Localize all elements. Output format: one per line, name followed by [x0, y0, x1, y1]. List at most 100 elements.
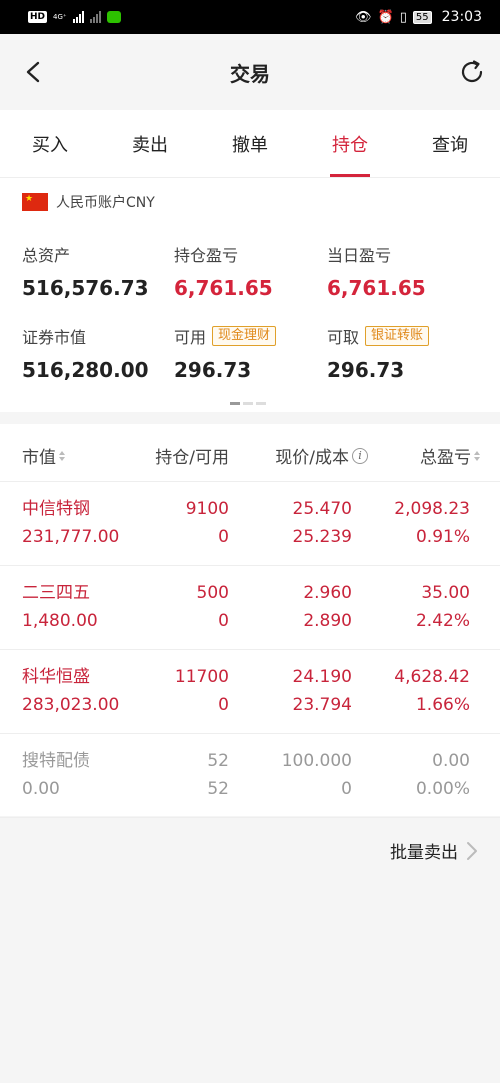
daily-pl-label: 当日盈亏	[327, 246, 392, 265]
page-title: 交易	[230, 61, 270, 86]
position-pl-value: 6,761.65	[174, 276, 273, 300]
trade-tabs: 买入 卖出 撤单 持仓 查询	[0, 110, 500, 178]
market-value-value: 516,280.00	[22, 358, 149, 382]
available-value: 296.73	[174, 358, 252, 382]
tab-cancel-order[interactable]: 撤单	[200, 110, 300, 177]
metric-withdrawable: 可取 银证转账 296.73	[327, 324, 430, 382]
stock-pl-pct: 0.00%	[415, 779, 470, 799]
stock-name: 科华恒盛	[22, 667, 90, 687]
alarm-icon: ⏰	[377, 9, 394, 25]
signal-icon-2	[89, 11, 101, 23]
stock-price: 24.190	[292, 667, 352, 687]
metric-total-assets: 总资产 516,576.73	[22, 242, 149, 300]
stock-name: 二三四五	[22, 583, 90, 603]
stock-pl: 35.00	[421, 583, 470, 603]
stock-price: 100.000	[281, 751, 352, 771]
stock-available: 0	[218, 695, 229, 715]
metric-daily-pl: 当日盈亏 6,761.65	[327, 242, 426, 300]
header-price: 现价/成本 i	[275, 443, 368, 468]
metric-position-pl: 持仓盈亏 6,761.65	[174, 242, 273, 300]
stock-price: 25.470	[292, 499, 352, 519]
vibrate-icon: ▯	[399, 9, 407, 25]
stock-market-value: 0.00	[22, 779, 60, 799]
status-bar: HD 4G⁺ 👁 ⏰ ▯ 55 23:03	[0, 0, 500, 34]
clock: 23:03	[441, 9, 482, 25]
eye-icon: 👁	[355, 9, 372, 25]
stock-quantity: 9100	[185, 499, 229, 519]
withdrawable-label: 可取	[327, 328, 360, 347]
withdrawable-value: 296.73	[327, 358, 405, 382]
bank-transfer-button[interactable]: 银证转账	[365, 326, 430, 346]
holdings-table: 市值 持仓/可用 现价/成本 i 总盈亏 中信特钢 231,777.00 910…	[0, 424, 500, 818]
signal-icon	[72, 11, 84, 23]
table-row[interactable]: 搜特配债 0.00 52 52 100.000 0 0.00 0.00%	[0, 734, 500, 818]
total-assets-label: 总资产	[22, 246, 71, 265]
tab-buy[interactable]: 买入	[0, 110, 100, 177]
status-bar-left: HD 4G⁺	[28, 11, 121, 23]
stock-name: 搜特配债	[22, 751, 90, 771]
tab-query[interactable]: 查询	[400, 110, 500, 177]
back-arrow-icon[interactable]	[22, 60, 46, 84]
batch-sell-label: 批量卖出	[390, 843, 458, 863]
header-market-value[interactable]: 市值	[22, 443, 65, 468]
sort-icon	[474, 450, 480, 461]
stock-market-value: 231,777.00	[22, 527, 120, 547]
stock-market-value: 1,480.00	[22, 611, 98, 631]
status-bar-right: 👁 ⏰ ▯ 55 23:03	[355, 9, 482, 25]
stock-name: 中信特钢	[22, 499, 90, 519]
stock-quantity: 500	[196, 583, 229, 603]
stock-quantity: 52	[207, 751, 229, 771]
stock-available: 52	[207, 779, 229, 799]
stock-cost: 23.794	[292, 695, 352, 715]
stock-available: 0	[218, 611, 229, 631]
header-total-pl-label: 总盈亏	[420, 448, 471, 468]
header-total-pl[interactable]: 总盈亏	[420, 443, 480, 468]
info-icon[interactable]: i	[352, 447, 368, 464]
header-position-label: 持仓/可用	[155, 448, 229, 468]
metric-available: 可用 现金理财 296.73	[174, 324, 277, 382]
withdrawable-label-row: 可取 银证转账	[327, 324, 430, 348]
stock-cost: 2.890	[303, 611, 352, 631]
stock-cost: 25.239	[292, 527, 352, 547]
header-position: 持仓/可用	[155, 443, 229, 468]
available-label: 可用	[174, 328, 207, 347]
nav-bar: 交易	[0, 34, 500, 110]
page-indicator	[230, 402, 266, 405]
stock-cost: 0	[341, 779, 352, 799]
header-market-value-label: 市值	[22, 448, 56, 468]
cash-management-button[interactable]: 现金理财	[212, 326, 277, 346]
account-header: ★ 人民币账户CNY	[22, 192, 155, 212]
stock-pl: 4,628.42	[394, 667, 470, 687]
daily-pl-value: 6,761.65	[327, 276, 426, 300]
market-value-label: 证券市值	[22, 328, 87, 347]
stock-available: 0	[218, 527, 229, 547]
network-type: 4G⁺	[53, 12, 67, 21]
hd-badge: HD	[28, 11, 48, 23]
account-summary: ★ 人民币账户CNY 总资产 516,576.73 持仓盈亏 6,761.65 …	[0, 178, 500, 412]
tab-positions[interactable]: 持仓	[300, 110, 400, 177]
chevron-right-icon	[467, 841, 477, 860]
table-row[interactable]: 二三四五 1,480.00 500 0 2.960 2.890 35.00 2.…	[0, 566, 500, 650]
batch-sell-button[interactable]: 批量卖出	[390, 838, 478, 863]
header-price-label: 现价/成本	[275, 448, 349, 468]
metric-market-value: 证券市值 516,280.00	[22, 324, 149, 382]
wechat-icon	[106, 11, 121, 23]
china-flag-icon: ★	[22, 193, 48, 211]
table-row[interactable]: 科华恒盛 283,023.00 11700 0 24.190 23.794 4,…	[0, 650, 500, 734]
table-header: 市值 持仓/可用 现价/成本 i 总盈亏	[0, 424, 500, 482]
stock-price: 2.960	[303, 583, 352, 603]
table-row[interactable]: 中信特钢 231,777.00 9100 0 25.470 25.239 2,0…	[0, 482, 500, 566]
stock-market-value: 283,023.00	[22, 695, 120, 715]
account-name: 人民币账户CNY	[56, 195, 155, 211]
stock-pl-pct: 0.91%	[415, 527, 470, 547]
refresh-icon[interactable]	[458, 58, 486, 86]
stock-pl-pct: 1.66%	[415, 695, 470, 715]
total-assets-value: 516,576.73	[22, 276, 149, 300]
battery-icon: 55	[412, 10, 432, 24]
stock-pl: 0.00	[432, 751, 470, 771]
position-pl-label: 持仓盈亏	[174, 246, 239, 265]
sort-icon	[59, 450, 65, 461]
stock-quantity: 11700	[174, 667, 229, 687]
stock-pl: 2,098.23	[394, 499, 470, 519]
tab-sell[interactable]: 卖出	[100, 110, 200, 177]
